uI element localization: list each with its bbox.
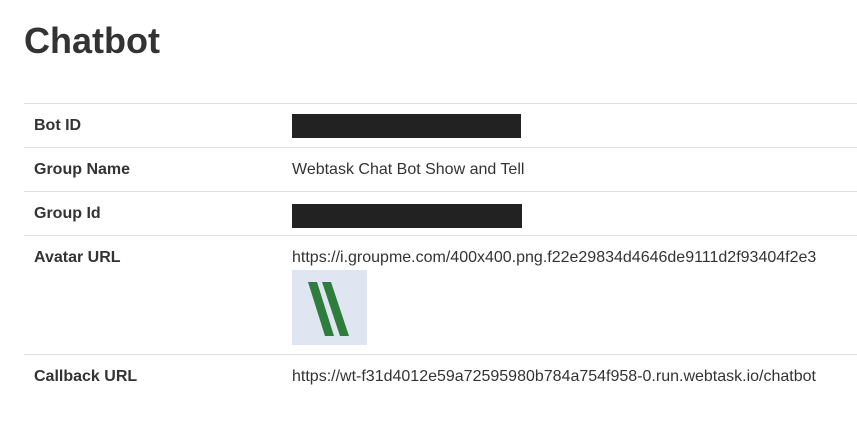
avatar-url-value: https://i.groupme.com/400x400.png.f22e29… [292,249,817,266]
callback-url-value: https://wt-f31d4012e59a72595980b784a754f… [292,368,816,385]
table-row-group-name: Group Name Webtask Chat Bot Show and Tel… [24,147,857,192]
group-id-label-cell: Group Id [24,191,292,236]
group-id-value-cell [292,191,857,236]
callback-url-label: Callback URL [34,368,138,385]
group-id-label: Group Id [34,205,101,222]
callback-url-label-cell: Callback URL [24,354,292,398]
double-slash-logo-icon [308,282,349,336]
avatar-image [292,270,367,345]
page-title: Chatbot [24,20,160,61]
redaction-bar [292,204,522,228]
table-row-bot-id: Bot ID [24,103,857,148]
avatar-url-value-cell: https://i.groupme.com/400x400.png.f22e29… [292,235,857,355]
avatar-url-label: Avatar URL [34,249,121,266]
bot-id-value-cell [292,103,857,148]
table-row-group-id: Group Id [24,191,857,236]
bot-id-label: Bot ID [34,117,82,134]
group-name-value-cell: Webtask Chat Bot Show and Tell [292,147,857,192]
group-name-label-cell: Group Name [24,147,292,192]
redaction-bar [292,114,521,138]
bot-details-table: Bot ID Group Name Webtask Chat Bot Show … [24,103,857,398]
callback-url-value-cell: https://wt-f31d4012e59a72595980b784a754f… [292,354,857,398]
table-row-avatar-url: Avatar URL https://i.groupme.com/400x400… [24,235,857,355]
group-name-value: Webtask Chat Bot Show and Tell [292,161,525,178]
group-name-label: Group Name [34,161,131,178]
bot-id-label-cell: Bot ID [24,103,292,148]
table-row-callback-url: Callback URL https://wt-f31d4012e59a7259… [24,354,857,398]
avatar-url-value-wrap: https://i.groupme.com/400x400.png.f22e29… [292,236,857,345]
bot-id-value [292,104,857,138]
avatar-url-label-cell: Avatar URL [24,235,292,355]
group-id-value [292,192,857,228]
